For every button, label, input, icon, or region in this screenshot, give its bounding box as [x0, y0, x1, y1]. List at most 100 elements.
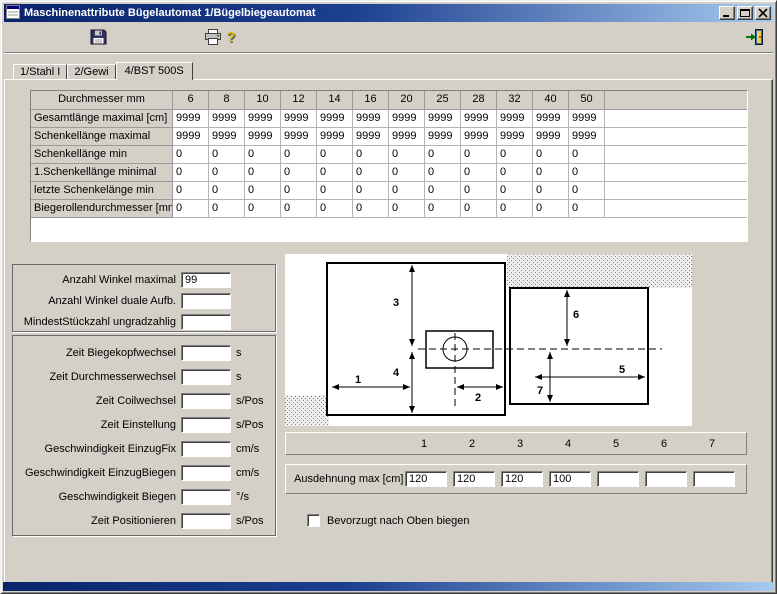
grid-cell[interactable]: 9999: [461, 128, 497, 146]
grid-cell[interactable]: 0: [569, 200, 605, 218]
exit-button[interactable]: [743, 27, 765, 47]
zeit-einstellung-input[interactable]: [181, 417, 231, 433]
grid-cell[interactable]: 0: [209, 146, 245, 164]
save-button[interactable]: [87, 27, 109, 47]
tab-2-gewi[interactable]: 2/Gewi: [67, 64, 115, 79]
ausdehnung-input-1[interactable]: [405, 471, 447, 487]
geschwindigkeit-einzugbiegen-input[interactable]: [181, 465, 231, 481]
grid-cell[interactable]: 0: [209, 182, 245, 200]
grid-cell[interactable]: 9999: [497, 110, 533, 128]
grid-cell[interactable]: 0: [497, 164, 533, 182]
grid-cell[interactable]: 9999: [281, 110, 317, 128]
zeit-positionieren-input[interactable]: [181, 513, 231, 529]
grid-cell[interactable]: 0: [425, 146, 461, 164]
grid-cell[interactable]: 0: [209, 164, 245, 182]
grid-cell[interactable]: 9999: [425, 128, 461, 146]
ausdehnung-input-4[interactable]: [549, 471, 591, 487]
grid-cell[interactable]: 9999: [569, 128, 605, 146]
tab-4-bst-500s[interactable]: 4/BST 500S: [116, 62, 193, 80]
grid-cell[interactable]: 0: [245, 182, 281, 200]
grid-cell[interactable]: 0: [533, 146, 569, 164]
grid-cell[interactable]: 0: [389, 146, 425, 164]
grid-cell[interactable]: 0: [245, 164, 281, 182]
grid-cell[interactable]: 9999: [209, 128, 245, 146]
zeit-biegekopfwechsel-input[interactable]: [181, 345, 231, 361]
grid-cell[interactable]: 0: [497, 182, 533, 200]
grid-cell[interactable]: 9999: [389, 128, 425, 146]
help-button[interactable]: ?: [220, 27, 242, 47]
grid-cell[interactable]: 9999: [281, 128, 317, 146]
grid-cell[interactable]: 9999: [569, 110, 605, 128]
grid-cell[interactable]: 9999: [317, 110, 353, 128]
geschwindigkeit-einzugfix-input[interactable]: [181, 441, 231, 457]
grid-cell[interactable]: 0: [173, 164, 209, 182]
grid-cell[interactable]: 0: [497, 146, 533, 164]
grid-cell[interactable]: 0: [353, 146, 389, 164]
ausdehnung-input-2[interactable]: [453, 471, 495, 487]
grid-cell[interactable]: 9999: [173, 110, 209, 128]
grid-cell[interactable]: 9999: [461, 110, 497, 128]
grid-cell[interactable]: 9999: [245, 128, 281, 146]
app-icon[interactable]: [6, 5, 20, 22]
title-bar[interactable]: Maschinenattribute Bügelautomat 1/Bügelb…: [4, 4, 773, 22]
bevorzugt-checkbox-row[interactable]: Bevorzugt nach Oben biegen: [307, 514, 470, 527]
mindeststückzahl-ungradzahlig-input[interactable]: [181, 314, 231, 330]
grid-cell[interactable]: 9999: [497, 128, 533, 146]
grid-cell[interactable]: 0: [245, 200, 281, 218]
grid-cell[interactable]: 9999: [173, 128, 209, 146]
grid-cell[interactable]: 0: [425, 200, 461, 218]
grid-cell[interactable]: 9999: [533, 128, 569, 146]
grid-cell[interactable]: 0: [317, 164, 353, 182]
grid-cell[interactable]: 0: [281, 182, 317, 200]
grid-cell[interactable]: 9999: [209, 110, 245, 128]
grid-cell[interactable]: 0: [173, 200, 209, 218]
grid-cell[interactable]: 0: [533, 200, 569, 218]
grid-cell[interactable]: 0: [353, 182, 389, 200]
grid-cell[interactable]: 0: [173, 146, 209, 164]
grid-cell[interactable]: 0: [461, 146, 497, 164]
grid-cell[interactable]: 9999: [245, 110, 281, 128]
grid-cell[interactable]: 0: [389, 164, 425, 182]
grid-cell[interactable]: 0: [497, 200, 533, 218]
ausdehnung-input-7[interactable]: [693, 471, 735, 487]
zeit-coilwechsel-input[interactable]: [181, 393, 231, 409]
grid-cell[interactable]: 0: [425, 182, 461, 200]
grid-cell[interactable]: 0: [569, 146, 605, 164]
anzahl-winkel-maximal-input[interactable]: [181, 272, 231, 288]
grid-cell[interactable]: 0: [353, 164, 389, 182]
ausdehnung-input-5[interactable]: [597, 471, 639, 487]
grid-cell[interactable]: 9999: [353, 128, 389, 146]
ausdehnung-input-6[interactable]: [645, 471, 687, 487]
bevorzugt-checkbox[interactable]: [307, 514, 320, 527]
anzahl-winkel-duale-aufb-input[interactable]: [181, 293, 231, 309]
grid-cell[interactable]: 0: [533, 182, 569, 200]
grid-cell[interactable]: 0: [245, 146, 281, 164]
zeit-durchmesserwechsel-input[interactable]: [181, 369, 231, 385]
minimize-button[interactable]: [719, 6, 735, 20]
grid-cell[interactable]: 0: [317, 146, 353, 164]
maximize-button[interactable]: [737, 6, 753, 20]
grid-cell[interactable]: 0: [353, 200, 389, 218]
grid-cell[interactable]: 9999: [353, 110, 389, 128]
grid-cell[interactable]: 9999: [533, 110, 569, 128]
grid-cell[interactable]: 0: [317, 200, 353, 218]
grid-cell[interactable]: 0: [389, 200, 425, 218]
grid-cell[interactable]: 9999: [389, 110, 425, 128]
grid-cell[interactable]: 0: [389, 182, 425, 200]
grid-cell[interactable]: 0: [425, 164, 461, 182]
grid-cell[interactable]: 0: [173, 182, 209, 200]
grid-cell[interactable]: 0: [317, 182, 353, 200]
grid-cell[interactable]: 0: [569, 164, 605, 182]
grid-cell[interactable]: 0: [281, 146, 317, 164]
grid-cell[interactable]: 9999: [317, 128, 353, 146]
grid-cell[interactable]: 9999: [425, 110, 461, 128]
grid-cell[interactable]: 0: [461, 200, 497, 218]
geschwindigkeit-biegen-input[interactable]: [181, 489, 231, 505]
tab-1-stahl-i[interactable]: 1/Stahl I: [13, 64, 67, 79]
grid-cell[interactable]: 0: [461, 164, 497, 182]
close-button[interactable]: [755, 6, 771, 20]
ausdehnung-input-3[interactable]: [501, 471, 543, 487]
grid-cell[interactable]: 0: [281, 200, 317, 218]
grid-cell[interactable]: 0: [533, 164, 569, 182]
grid-cell[interactable]: 0: [209, 200, 245, 218]
